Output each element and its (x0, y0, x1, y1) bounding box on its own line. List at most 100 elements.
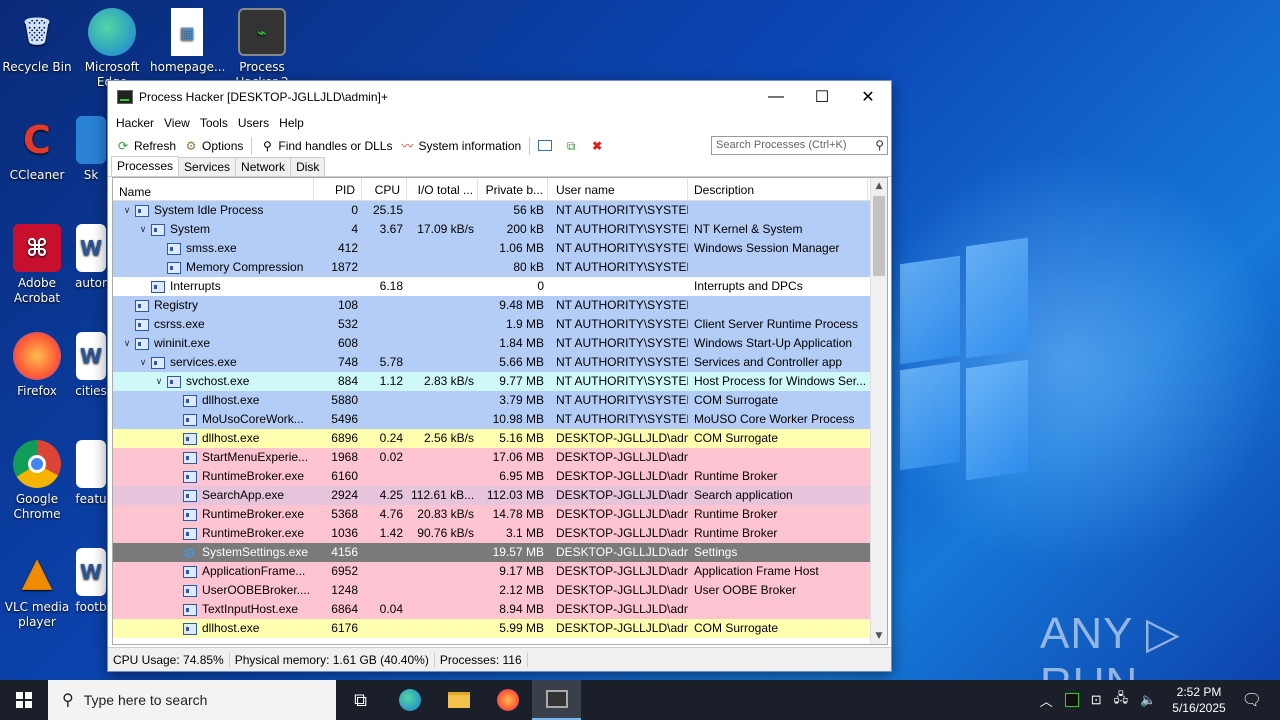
process-hacker-window[interactable]: Process Hacker [DESKTOP-JGLLJLD\admin]+ … (107, 80, 892, 672)
desktop-icon-homepage[interactable]: ▦ homepage... (150, 8, 225, 75)
tree-expand-icon[interactable]: ∨ (121, 334, 133, 353)
desktop-icon-adobe-acrobat[interactable]: ⌘ Adobe Acrobat (0, 224, 74, 306)
scroll-up-arrow-icon[interactable]: ▲ (871, 178, 887, 194)
desktop-icon-recycle-bin[interactable]: 🗑 Recycle Bin (0, 8, 74, 75)
process-row[interactable]: SearchApp.exe 2924 4.25 112.61 kB... 112.03 … (113, 486, 887, 505)
network-icon[interactable]: 🖧 (1114, 689, 1129, 711)
desktop-icon-firefox[interactable]: Firefox (0, 332, 74, 399)
volume-icon[interactable]: 🔈 (1140, 692, 1156, 708)
process-cpu-cell (362, 619, 407, 638)
tree-expand-icon[interactable]: ∨ (121, 201, 133, 220)
tree-expand-icon[interactable]: ∨ (137, 353, 149, 372)
process-row[interactable]: RuntimeBroker.exe 1036 1.42 90.76 kB/s 3.1 M… (113, 524, 887, 543)
start-button[interactable] (0, 680, 48, 720)
menu-view[interactable]: View (159, 116, 195, 130)
column-header-pid[interactable]: PID (314, 178, 362, 200)
close-button[interactable]: ✕ (845, 81, 891, 112)
chevron-up-icon[interactable]: ︿ (1040, 691, 1053, 710)
desktop-icon-autom[interactable]: W autom (75, 224, 107, 291)
tab-network[interactable]: Network (235, 157, 292, 176)
process-row[interactable]: smss.exe 412 1.06 MB NT AUTHORITY\SYSTEM Win… (113, 239, 887, 258)
refresh-button[interactable]: ⟳ Refresh (112, 135, 180, 156)
process-row[interactable]: csrss.exe 532 1.9 MB NT AUTHORITY\SYSTEM Cli… (113, 315, 887, 334)
taskbar-file-explorer[interactable] (434, 680, 483, 720)
process-pid-cell: 6896 (331, 431, 358, 445)
menu-hacker[interactable]: Hacker (111, 116, 159, 130)
menu-users[interactable]: Users (233, 116, 274, 130)
process-row[interactable]: StartMenuExperie... 1968 0.02 17.06 MB DESKT… (113, 448, 887, 467)
scroll-down-arrow-icon[interactable]: ▼ (871, 628, 887, 644)
taskbar-search-box[interactable]: ⚲ Type here to search (48, 680, 336, 720)
search-processes-input[interactable]: Search Processes (Ctrl+K) ⚲ (711, 136, 888, 155)
process-row[interactable]: dllhost.exe 6896 0.24 2.56 kB/s 5.16 MB DESKT… (113, 429, 887, 448)
find-handles-button[interactable]: ⚲ Find handles or DLLs (256, 135, 396, 156)
new-window-button[interactable]: ⧉ (560, 135, 586, 156)
desktop-icon-edge[interactable]: Microsoft Edge (75, 8, 149, 88)
process-row[interactable]: dllhost.exe 5880 3.79 MB NT AUTHORITY\SYSTE… (113, 391, 887, 410)
desktop-icon-chrome[interactable]: Google Chrome (0, 440, 74, 522)
process-row[interactable]: Memory Compression 1872 80 kB NT AUTHORITY\… (113, 258, 887, 277)
process-row[interactable]: RuntimeBroker.exe 5368 4.76 20.83 kB/s 14.78… (113, 505, 887, 524)
desktop-icon-process-hacker[interactable]: ⌁ Process Hacker 2 (225, 8, 299, 88)
desktop-icon-vlc[interactable]: ▲ VLC media player (0, 548, 74, 630)
acrobat-icon: ⌘ (13, 224, 61, 272)
process-row[interactable]: dllhost.exe 6176 5.99 MB DESKTOP-JGLLJLD\ad… (113, 619, 887, 638)
options-button[interactable]: ⚙ Options (180, 135, 247, 156)
desktop-icon-sk[interactable]: Sk (75, 116, 107, 183)
process-row[interactable]: ∨ System 4 3.67 17.09 kB/s 200 kB NT AUTHORITY… (113, 220, 887, 239)
terminate-button[interactable]: ✖ (586, 135, 612, 156)
tab-services[interactable]: Services (178, 157, 237, 176)
system-information-button[interactable]: 〰 System information (396, 135, 525, 156)
process-pid-cell: 5880 (331, 393, 358, 407)
notification-icon[interactable]: 🗨 (1242, 690, 1262, 710)
vertical-scrollbar[interactable]: ▲ ▼ (870, 178, 887, 644)
title-bar[interactable]: Process Hacker [DESKTOP-JGLLJLD\admin]+ … (108, 81, 891, 112)
taskbar-edge[interactable] (385, 680, 434, 720)
taskbar-firefox[interactable] (483, 680, 532, 720)
column-header-io[interactable]: I/O total ... (407, 178, 478, 200)
maximize-button[interactable]: ☐ (799, 81, 845, 112)
process-row[interactable]: MoUsoCoreWork... 5496 10.98 MB NT AUTHORITY… (113, 410, 887, 429)
menu-help[interactable]: Help (274, 116, 309, 130)
desktop-icon-footb[interactable]: W footb (75, 548, 107, 615)
process-name-cell: dllhost.exe (113, 391, 314, 410)
process-row[interactable]: Registry 108 9.48 MB NT AUTHORITY\SYSTEM (113, 296, 887, 315)
process-row[interactable]: ∨ svchost.exe 884 1.12 2.83 kB/s 9.77 MB NT AU… (113, 372, 887, 391)
column-header-user-name[interactable]: User name (548, 178, 688, 200)
process-tree[interactable]: Name PID CPU I/O total ... Private b... … (112, 177, 888, 645)
tab-disk[interactable]: Disk (290, 157, 326, 176)
task-view-button[interactable]: ⧉ (336, 680, 385, 720)
process-row[interactable]: ApplicationFrame... 6952 9.17 MB DESKTOP-JG… (113, 562, 887, 581)
process-priv-cell: 10.98 MB (492, 412, 544, 426)
process-row[interactable]: ⚙ SystemSettings.exe 4156 19.57 MB DESKTOP-J… (113, 543, 887, 562)
desktop-icon-cities[interactable]: W cities (75, 332, 107, 399)
meet-now-icon[interactable]: ⊡ (1091, 692, 1102, 708)
column-header-description[interactable]: Description (688, 178, 868, 200)
process-row[interactable]: ∨ wininit.exe 608 1.84 MB NT AUTHORITY\SYSTE… (113, 334, 887, 353)
process-row[interactable]: Interrupts 6.18 0 Interrupts and DPCs (113, 277, 887, 296)
column-header-cpu[interactable]: CPU (362, 178, 407, 200)
tree-expand-icon[interactable]: ∨ (153, 372, 165, 391)
taskbar-process-hacker[interactable] (532, 680, 581, 720)
status-bar: CPU Usage: 74.85% Physical memory: 1.61 … (108, 647, 891, 671)
scrollbar-thumb[interactable] (873, 196, 885, 276)
process-row[interactable]: TextInputHost.exe 6864 0.04 8.94 MB DESKTOP-… (113, 600, 887, 619)
desktop-icon-ccleaner[interactable]: C CCleaner (0, 116, 74, 183)
clock[interactable]: 2:52 PM 5/16/2025 (1172, 684, 1225, 716)
tab-processes[interactable]: Processes (111, 156, 180, 176)
process-priv-cell: 3.79 MB (499, 393, 544, 407)
process-row[interactable]: UserOOBEBroker.... 1248 2.12 MB DESKTOP-JGL… (113, 581, 887, 600)
column-headers: Name PID CPU I/O total ... Private b... … (113, 178, 887, 201)
column-header-name[interactable]: Name (113, 178, 314, 200)
tree-expand-icon[interactable]: ∨ (137, 220, 149, 239)
menu-tools[interactable]: Tools (195, 116, 233, 130)
process-row[interactable]: RuntimeBroker.exe 6160 6.95 MB DESKTOP-JGLL… (113, 467, 887, 486)
process-io-cell (407, 334, 478, 353)
process-row[interactable]: ∨ System Idle Process 0 25.15 56 kB NT AUTHOR… (113, 201, 887, 220)
window-button[interactable] (534, 135, 560, 156)
process-row[interactable]: ∨ services.exe 748 5.78 5.66 MB NT AUTHORITY\… (113, 353, 887, 372)
process-hacker-tray-icon[interactable] (1064, 693, 1079, 707)
column-header-private-bytes[interactable]: Private b... (478, 178, 548, 200)
minimize-button[interactable]: — (753, 81, 799, 112)
desktop-icon-featu[interactable]: featu (75, 440, 107, 507)
